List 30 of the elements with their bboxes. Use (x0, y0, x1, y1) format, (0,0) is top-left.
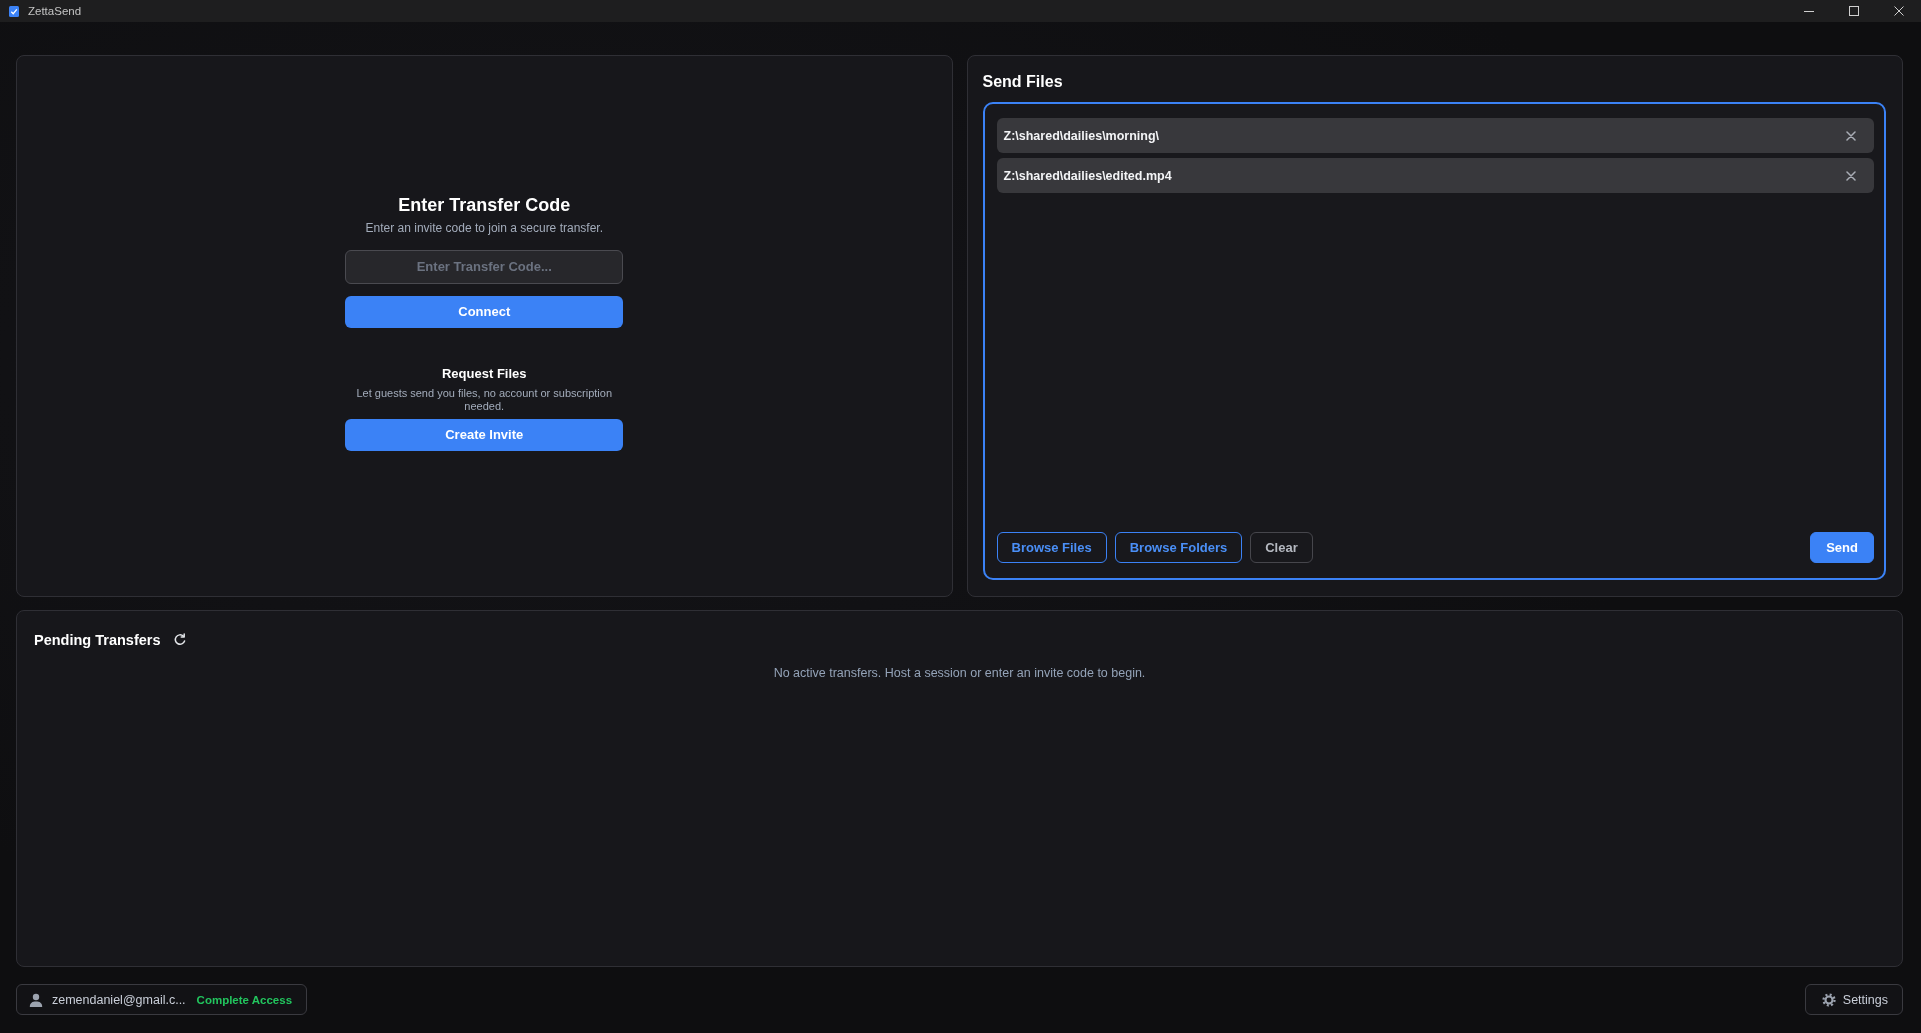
action-button[interactable]: Browse Files (996, 532, 1107, 563)
transfer-code-field[interactable]: Enter Transfer Code... (345, 249, 624, 284)
section-title: Request Files (441, 365, 528, 382)
panel-subtitle: Enter an invite code to join a secure transfer. (364, 220, 604, 236)
refresh-icon[interactable] (172, 633, 187, 647)
panel-title: Send Files (982, 72, 1064, 92)
panel-title: Pending Transfers (34, 631, 161, 649)
settings-icon (1821, 992, 1836, 1007)
plan-label: Complete Access (196, 993, 293, 1006)
person-icon (29, 992, 43, 1007)
send-button[interactable]: Send (1810, 532, 1874, 563)
file-drop-zone[interactable]: Z:\shared\dailies\morning\ Z:\shared\dailies\edited.mp4 Browse Files Browse Folders Clear Send (982, 102, 1886, 580)
action-button[interactable]: Clear (1250, 532, 1313, 563)
empty-state-message: No active transfers. Host a session or enter an invite code to begin. (772, 665, 1147, 681)
close-icon[interactable] (1846, 130, 1856, 141)
create-invite-button[interactable]: Create Invite (345, 418, 624, 451)
close-icon[interactable] (1846, 170, 1856, 181)
account-badge[interactable]: zemendaniel@gmail.c... Complete Access (16, 984, 308, 1015)
file-path: Z:\shared\dailies\morning\ (1003, 128, 1160, 143)
panel-title: Enter Transfer Code (397, 193, 572, 216)
settings-button[interactable]: Settings (1804, 984, 1903, 1015)
maximize-icon[interactable] (1848, 6, 1859, 16)
connect-button[interactable]: Connect (345, 295, 624, 328)
close-icon[interactable] (1893, 6, 1904, 16)
window-title: ZettaSend (28, 5, 82, 17)
file-path: Z:\shared\dailies\edited.mp4 (1003, 168, 1172, 183)
section-description: Let guests send you files, no account or subscription needed. (355, 386, 614, 413)
action-button[interactable]: Browse Folders (1114, 532, 1243, 563)
account-email: zemendaniel@gmail.c... (52, 992, 186, 1007)
logo-icon (9, 5, 19, 17)
